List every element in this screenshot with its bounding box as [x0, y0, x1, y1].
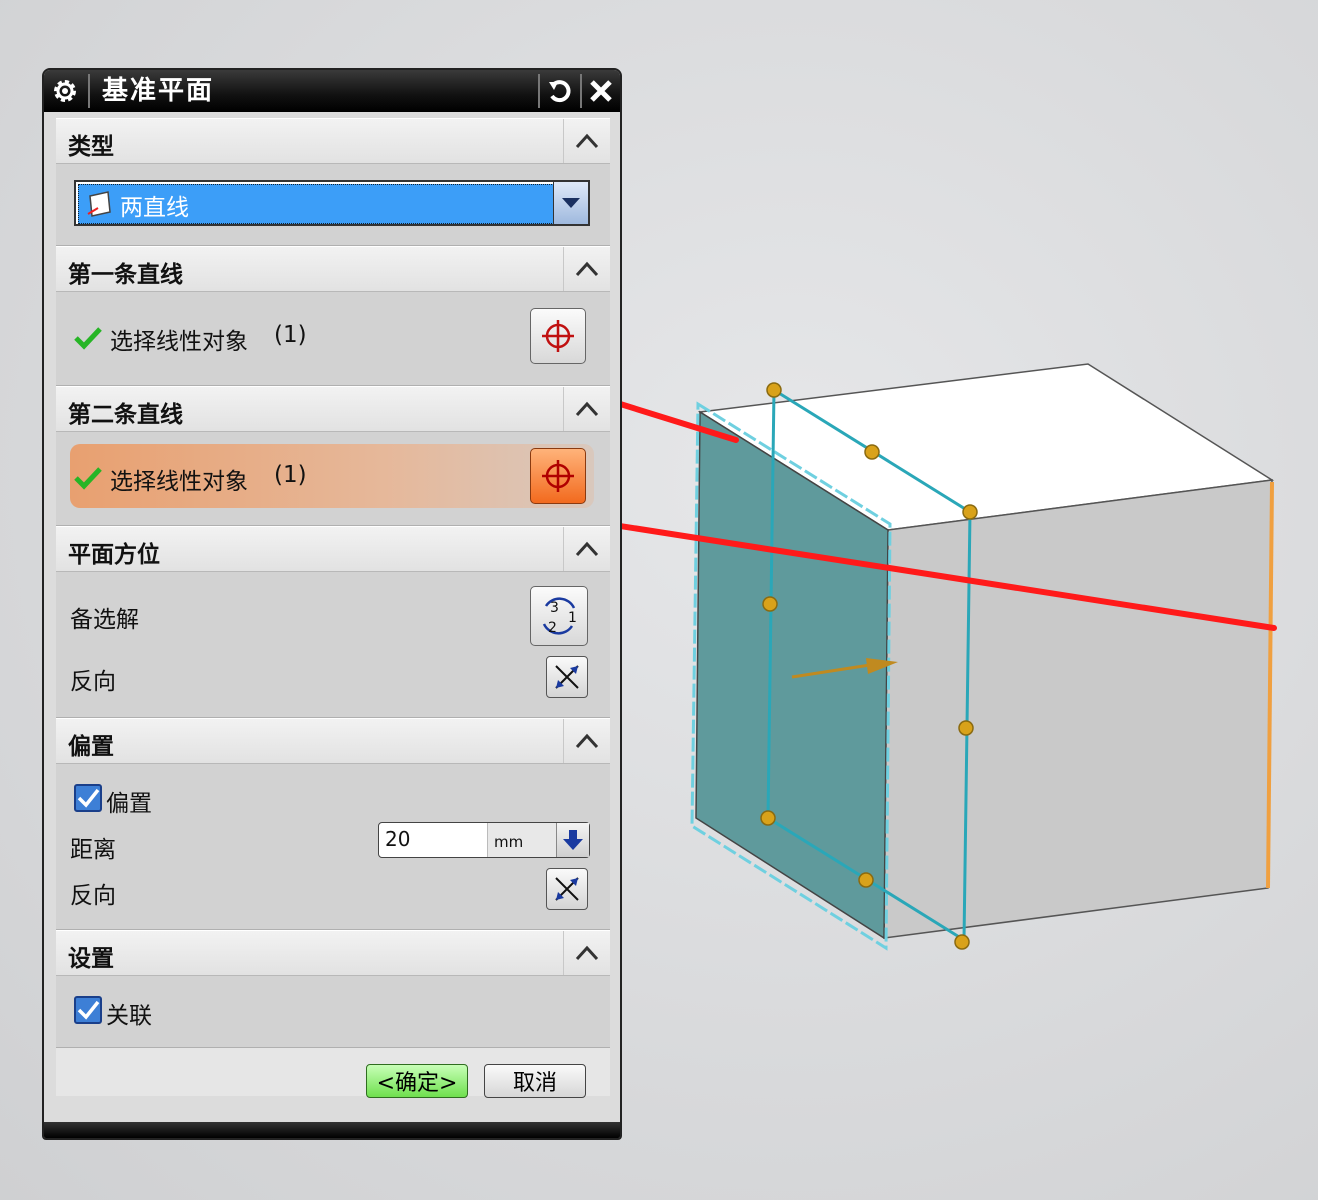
- selection-count: (1): [274, 322, 307, 348]
- select-object-label[interactable]: 选择线性对象: [110, 462, 248, 496]
- chevron-up-icon[interactable]: [563, 719, 610, 763]
- reverse-direction-label: 反向: [70, 669, 116, 695]
- flip-arrows-icon: [555, 665, 579, 689]
- section-label: 类型: [68, 134, 114, 160]
- selection-count: (1): [274, 462, 307, 488]
- handle-dot: [962, 504, 978, 520]
- chevron-up-icon[interactable]: [563, 387, 610, 431]
- datum-plane-dialog: 基准平面 类型 两直线 第一条直线 选择线性对象 (1) 第二条直线 选择线性对…: [42, 68, 622, 1140]
- section-label: 平面方位: [68, 542, 160, 568]
- reset-icon[interactable]: [542, 74, 576, 108]
- chevron-up-icon[interactable]: [563, 931, 610, 975]
- alternate-solution-label: 备选解: [70, 607, 139, 633]
- handle-dot: [958, 720, 974, 736]
- checkmark-icon: [74, 327, 102, 350]
- section-second-line-header[interactable]: 第二条直线: [56, 386, 610, 432]
- handle-dot: [864, 444, 880, 460]
- close-icon[interactable]: [584, 74, 618, 108]
- crosshair-icon: [542, 320, 574, 352]
- handle-dot: [858, 872, 874, 888]
- svg-text:3: 3: [550, 600, 559, 616]
- section-orientation-header[interactable]: 平面方位: [56, 526, 610, 572]
- dialog-title: 基准平面: [102, 76, 215, 106]
- section-first-line-body: 选择线性对象 (1): [56, 292, 610, 386]
- ok-button[interactable]: <确定>: [366, 1064, 468, 1098]
- section-orientation-body: 备选解 3 1 2 反向: [56, 572, 610, 718]
- handle-dot: [954, 934, 970, 950]
- select-object-label[interactable]: 选择线性对象: [110, 322, 248, 356]
- chevron-up-icon[interactable]: [563, 247, 610, 291]
- type-dropdown[interactable]: 两直线: [74, 180, 590, 226]
- section-label: 设置: [68, 946, 114, 972]
- dialog-body: 类型 两直线 第一条直线 选择线性对象 (1) 第二条直线 选择线性对象 (1)…: [56, 118, 610, 1098]
- section-label: 第二条直线: [68, 402, 183, 428]
- plane-type-icon: [87, 191, 111, 217]
- handle-dot: [766, 382, 782, 398]
- associative-checkbox[interactable]: [74, 996, 102, 1024]
- distance-input[interactable]: 20 mm: [378, 822, 590, 858]
- offset-reverse-button[interactable]: [546, 868, 588, 910]
- crosshair-icon: [542, 460, 574, 492]
- section-first-line-header[interactable]: 第一条直线: [56, 246, 610, 292]
- section-settings-body: 关联: [56, 976, 610, 1048]
- flip-arrows-icon: [555, 877, 579, 901]
- select-line-button[interactable]: [530, 308, 586, 364]
- cycle-icon: 3 1 2: [542, 597, 577, 636]
- distance-label: 距离: [70, 837, 116, 863]
- unit-label: mm: [494, 833, 524, 851]
- handle-dot: [762, 596, 778, 612]
- reverse-direction-label: 反向: [70, 883, 116, 909]
- svg-text:1: 1: [568, 610, 577, 626]
- dialog-bottom-bar: [44, 1122, 620, 1138]
- section-label: 第一条直线: [68, 262, 183, 288]
- section-offset-header[interactable]: 偏置: [56, 718, 610, 764]
- offset-checkbox[interactable]: [74, 784, 102, 812]
- cancel-button[interactable]: 取消: [484, 1064, 586, 1098]
- section-label: 偏置: [68, 734, 114, 760]
- chevron-up-icon[interactable]: [563, 119, 610, 163]
- dialog-footer: <确定> 取消: [56, 1064, 610, 1104]
- title-bar[interactable]: 基准平面: [44, 70, 620, 112]
- offset-checkbox-label: 偏置: [106, 791, 152, 817]
- arrow-down-icon[interactable]: [556, 823, 589, 857]
- section-offset-body: 偏置 距离 20 mm 反向: [56, 764, 610, 930]
- section-settings-header[interactable]: 设置: [56, 930, 610, 976]
- distance-value[interactable]: 20: [385, 827, 410, 851]
- alternate-solution-button[interactable]: 3 1 2: [530, 586, 588, 646]
- select-line-button-active[interactable]: [530, 448, 586, 504]
- section-type-header[interactable]: 类型: [56, 118, 610, 164]
- chevron-up-icon[interactable]: [563, 527, 610, 571]
- section-second-line-body: 选择线性对象 (1): [56, 432, 610, 526]
- section-type-body: 两直线: [56, 164, 610, 246]
- gear-icon[interactable]: [50, 76, 80, 106]
- checkmark-icon: [74, 467, 102, 490]
- svg-text:2: 2: [548, 620, 557, 636]
- reverse-direction-button[interactable]: [546, 656, 588, 698]
- handle-dot: [760, 810, 776, 826]
- associative-label: 关联: [106, 1003, 152, 1029]
- chevron-down-icon[interactable]: [553, 182, 588, 224]
- type-selected-value: 两直线: [120, 195, 189, 221]
- cube-front-face[interactable]: [883, 479, 1273, 939]
